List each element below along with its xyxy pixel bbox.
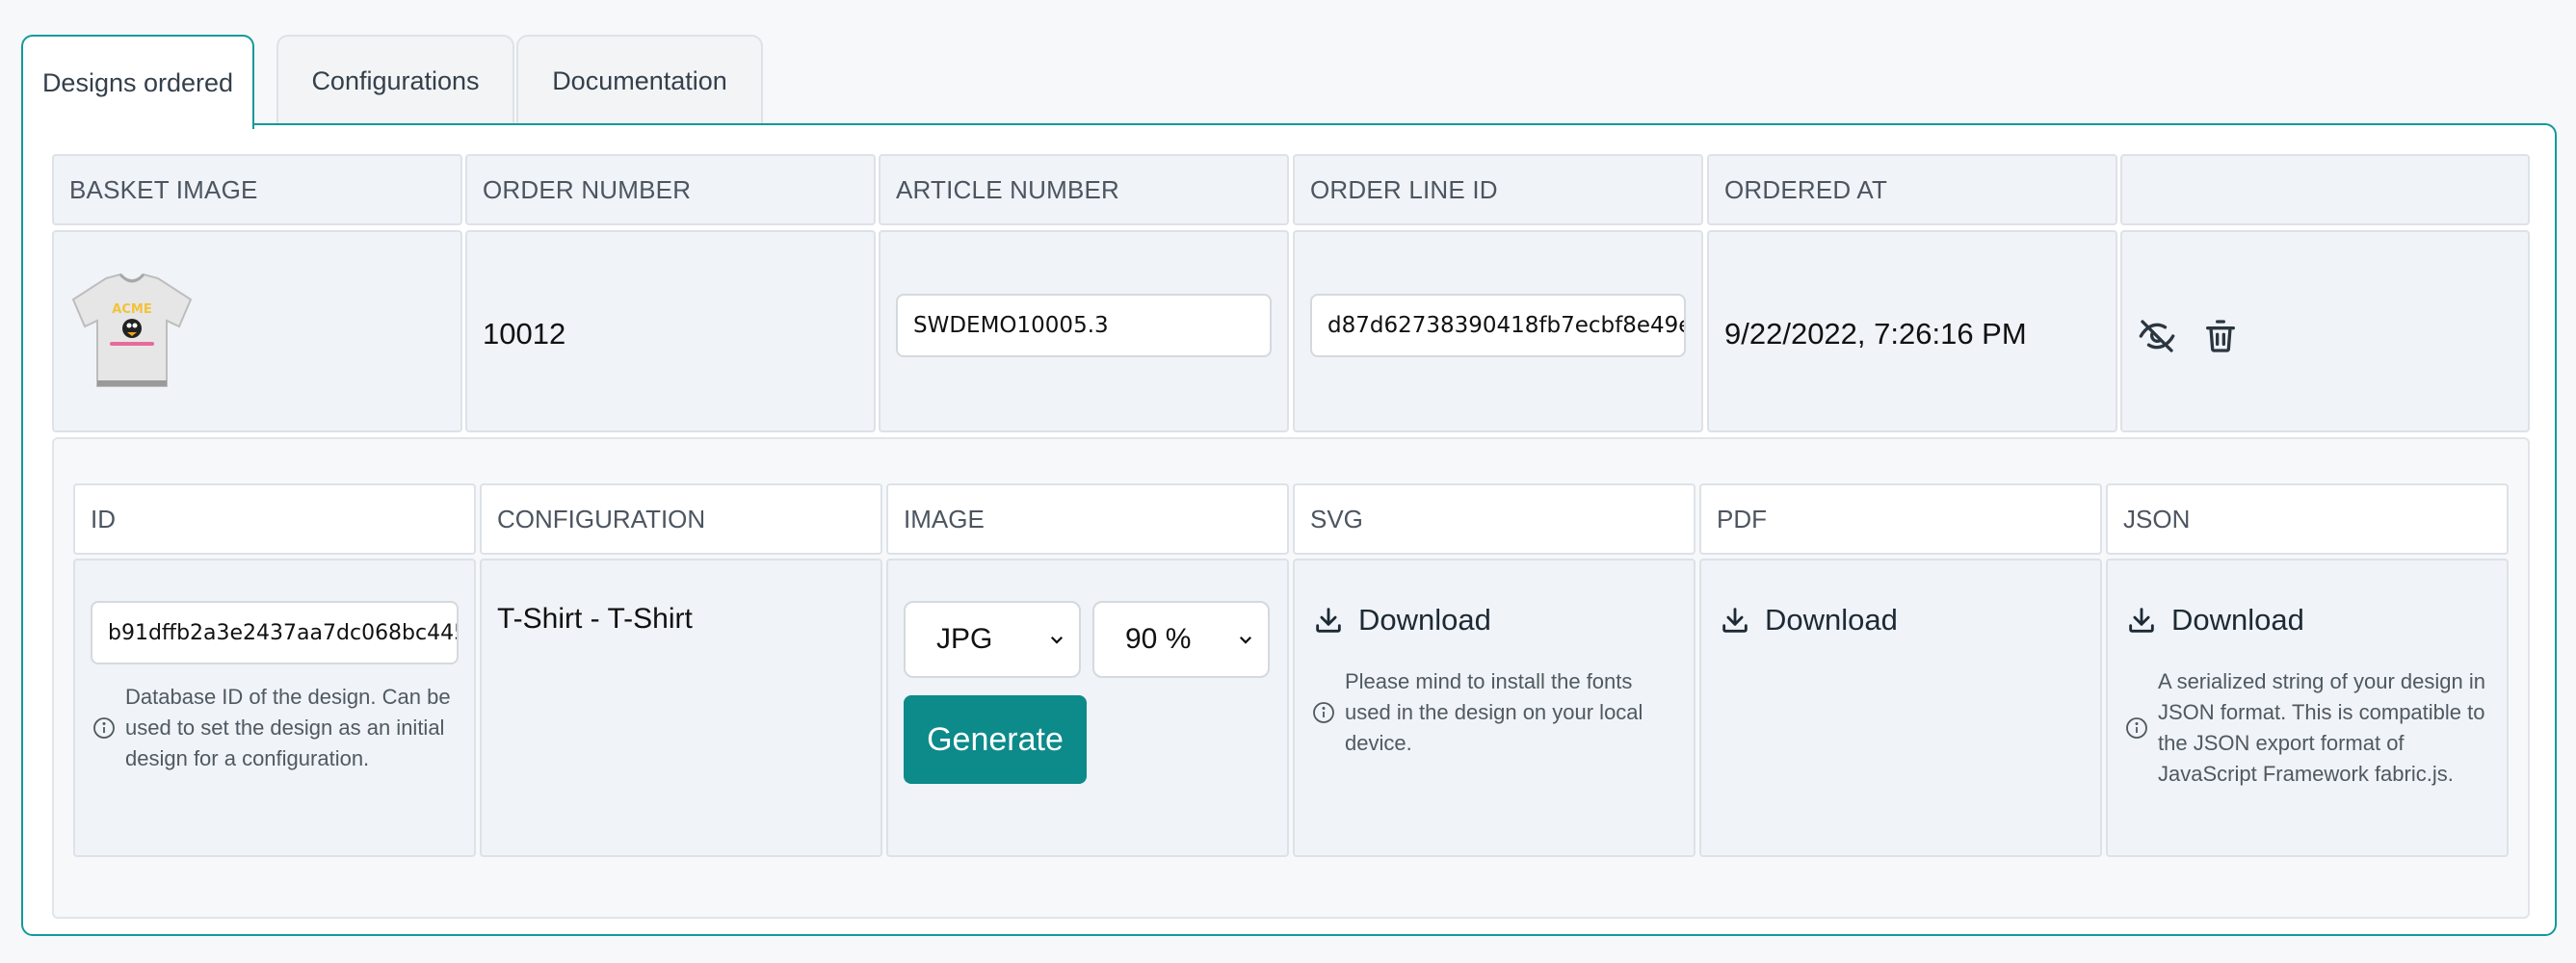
tab-designs-ordered[interactable]: Designs ordered (21, 35, 254, 129)
order-line-id-field[interactable]: d87d62738390418fb7ecbf8e49eff26 (1310, 294, 1686, 357)
id-hint-text: Database ID of the design. Can be used t… (125, 685, 451, 770)
order-line-id-cell: d87d62738390418fb7ecbf8e49eff26 (1293, 230, 1703, 432)
article-number-cell: SWDEMO10005.3 (879, 230, 1289, 432)
image-quality-value: 90 % (1125, 623, 1192, 655)
svg-download-link[interactable]: Download (1312, 603, 1491, 638)
json-hint-text: A serialized string of your design in JS… (2158, 669, 2485, 786)
chevron-down-icon (1239, 636, 1252, 644)
configuration-cell: T-Shirt - T-Shirt (480, 559, 882, 857)
info-icon (2126, 717, 2147, 739)
download-icon (2129, 608, 2154, 633)
info-icon (93, 717, 115, 739)
header-image: IMAGE (886, 483, 1289, 555)
design-id-field[interactable]: b91dffb2a3e2437aa7dc068bc4458f (91, 601, 459, 664)
t-shirt-image: ACME (71, 273, 193, 387)
svg-cell: Download Please mind to install the font… (1293, 559, 1695, 857)
configuration-value: T-Shirt - T-Shirt (497, 603, 693, 635)
image-cell: JPG 90 % Generate (886, 559, 1289, 857)
image-format-value: JPG (936, 623, 993, 655)
info-icon (1313, 702, 1334, 723)
header-json: JSON (2106, 483, 2509, 555)
tab-configurations[interactable]: Configurations (276, 35, 514, 126)
pdf-cell: Download (1699, 559, 2102, 857)
header-article-number: ARTICLE NUMBER (879, 154, 1289, 225)
header-basket-image: BASKET IMAGE (52, 154, 462, 225)
header-id: ID (73, 483, 476, 555)
json-hint: A serialized string of your design in JS… (2125, 666, 2491, 790)
order-number-cell: 10012 (465, 230, 876, 432)
order-number: 10012 (483, 317, 566, 351)
generate-button[interactable]: Generate (904, 695, 1087, 784)
designs-ordered-panel: BASKET IMAGE ORDER NUMBER ARTICLE NUMBER… (21, 123, 2557, 936)
ordered-at: 9/22/2022, 7:26:16 PM (1724, 317, 2027, 351)
header-configuration: CONFIGURATION (480, 483, 882, 555)
svg-download-label: Download (1358, 603, 1491, 637)
header-order-line-id: ORDER LINE ID (1293, 154, 1703, 225)
actions-cell (2120, 230, 2530, 432)
svg-hint: Please mind to install the fonts used in… (1312, 666, 1678, 759)
pdf-download-link[interactable]: Download (1719, 603, 1898, 638)
tab-documentation[interactable]: Documentation (516, 35, 763, 126)
image-format-select[interactable]: JPG (904, 601, 1081, 678)
ordered-at-cell: 9/22/2022, 7:26:16 PM (1707, 230, 2117, 432)
basket-image-cell: ACME (52, 230, 462, 432)
header-svg: SVG (1293, 483, 1695, 555)
article-number-field[interactable]: SWDEMO10005.3 (896, 294, 1272, 357)
json-download-link[interactable]: Download (2125, 603, 2304, 638)
json-download-label: Download (2171, 603, 2304, 637)
trash-icon[interactable] (2201, 317, 2240, 355)
svg-text:ACME: ACME (112, 302, 151, 317)
id-cell: b91dffb2a3e2437aa7dc068bc4458f Database … (73, 559, 476, 857)
download-icon (1316, 608, 1341, 633)
pdf-download-label: Download (1765, 603, 1898, 637)
header-ordered-at: ORDERED AT (1707, 154, 2117, 225)
eye-off-icon[interactable] (2138, 317, 2176, 355)
design-details: ID CONFIGURATION IMAGE SVG PDF JSON b91d… (52, 437, 2530, 919)
header-actions (2120, 154, 2530, 225)
image-quality-select[interactable]: 90 % (1092, 601, 1270, 678)
json-cell: Download A serialized string of your des… (2106, 559, 2509, 857)
header-order-number: ORDER NUMBER (465, 154, 876, 225)
svg-hint-text: Please mind to install the fonts used in… (1345, 669, 1643, 755)
header-pdf: PDF (1699, 483, 2102, 555)
id-hint: Database ID of the design. Can be used t… (92, 682, 459, 774)
download-icon (1722, 608, 1748, 633)
chevron-down-icon (1050, 636, 1064, 644)
